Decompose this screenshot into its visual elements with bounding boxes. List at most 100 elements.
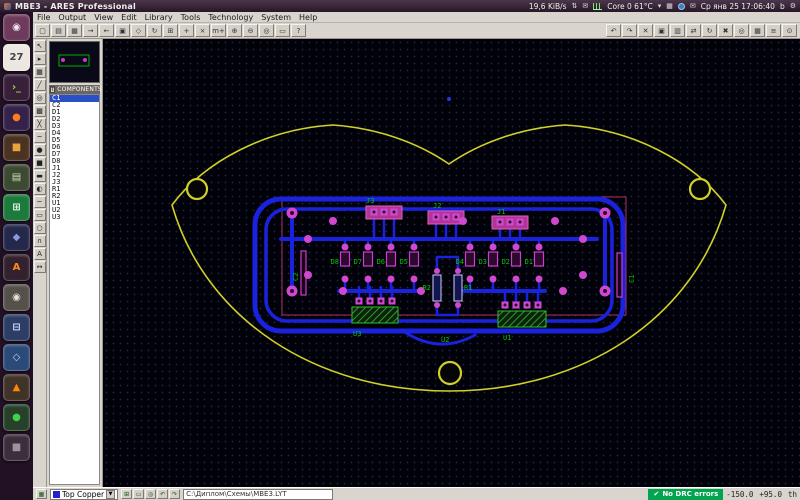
toolbar-cut[interactable]: ✕ xyxy=(638,24,653,37)
session-gear-icon[interactable]: ⚙ xyxy=(790,2,796,10)
toolbar-copy[interactable]: ▣ xyxy=(654,24,669,37)
toolbar-zoom-all[interactable]: ◎ xyxy=(259,24,274,37)
launcher-vlc[interactable]: ▲ xyxy=(3,374,30,401)
pcb-label-d3: D3 xyxy=(479,258,487,266)
ratsnest-tool[interactable]: ╳ xyxy=(33,118,46,130)
dil-pad-tool[interactable]: ▬ xyxy=(33,170,46,182)
toolbar-block-copy[interactable]: ▥ xyxy=(670,24,685,37)
launcher-package-manager[interactable]: ■ xyxy=(3,434,30,461)
status-polar-toggle[interactable]: ◎ xyxy=(145,489,157,499)
toolbar-x-cursor[interactable]: × xyxy=(195,24,210,37)
launcher-workspace-27[interactable]: 27 xyxy=(3,44,30,71)
toolbar-block-move[interactable]: ⇄ xyxy=(686,24,701,37)
menu-tools[interactable]: Tools xyxy=(181,13,201,22)
menu-library[interactable]: Library xyxy=(145,13,173,22)
dimension-tool[interactable]: ↔ xyxy=(33,261,46,273)
component-tool[interactable]: ▸ xyxy=(33,53,46,65)
launcher-ide[interactable]: ◆ xyxy=(3,224,30,251)
toolbar-make-package[interactable]: ▦ xyxy=(750,24,765,37)
status-rotate-cw[interactable]: ↷ xyxy=(169,489,181,499)
toolbar-redo[interactable]: ↷ xyxy=(622,24,637,37)
toolbar-metric-toggle[interactable]: m+ xyxy=(211,24,226,37)
toolbar-export[interactable]: ← xyxy=(99,24,114,37)
layer-selector[interactable]: Top Copper ▼ xyxy=(50,488,119,500)
line-tool[interactable]: ─ xyxy=(33,196,46,208)
pcb-canvas[interactable]: J3 J2 J1 D8 D7 D6 D5 D4 D3 D2 D1 R2 R1 U… xyxy=(103,39,800,487)
menu-technology[interactable]: Technology xyxy=(208,13,253,22)
toolbar-undo[interactable]: ↶ xyxy=(606,24,621,37)
net-arrows-icon[interactable]: ⇅ xyxy=(572,2,578,10)
toolbar-open-file[interactable]: ▤ xyxy=(51,24,66,37)
clock[interactable]: Ср янв 25 17:06:40 xyxy=(701,2,775,11)
toolbar-block-delete[interactable]: ✖ xyxy=(718,24,733,37)
launcher-firefox[interactable]: ● xyxy=(3,104,30,131)
launcher-text-editor[interactable]: ▤ xyxy=(3,164,30,191)
menu-file[interactable]: File xyxy=(37,13,50,22)
square-pad-tool[interactable]: ■ xyxy=(33,157,46,169)
cpu-graph-icon[interactable] xyxy=(593,2,603,10)
component-list-item[interactable]: U3 xyxy=(50,214,99,221)
toolbar-grid-toggle[interactable]: ⊞ xyxy=(163,24,178,37)
input-indicator-icon[interactable] xyxy=(677,2,685,10)
launcher-designer[interactable]: A xyxy=(3,254,30,281)
launcher-gimp[interactable]: ◉ xyxy=(3,284,30,311)
edge-pad-tool[interactable]: ◐ xyxy=(33,183,46,195)
menu-edit[interactable]: Edit xyxy=(121,13,137,22)
launcher-media-player[interactable]: ● xyxy=(3,404,30,431)
toolbar-import[interactable]: → xyxy=(83,24,98,37)
via-tool[interactable]: ◎ xyxy=(33,92,46,104)
circle-tool[interactable]: ○ xyxy=(33,222,46,234)
toolbar-zoom-area[interactable]: ▭ xyxy=(275,24,290,37)
toolbar-false-origin[interactable]: + xyxy=(179,24,194,37)
status-snap-toggle[interactable]: ⊞ xyxy=(121,489,133,499)
menu-view[interactable]: View xyxy=(94,13,113,22)
text-tool[interactable]: A xyxy=(33,248,46,260)
menu-system[interactable]: System xyxy=(261,13,291,22)
toolbar-set-template[interactable]: ≡ xyxy=(766,24,781,37)
pick-toggle-button[interactable]: T xyxy=(50,86,56,93)
layer-selector-value: Top Copper xyxy=(62,489,105,499)
keyboard-icon[interactable]: ▦ xyxy=(666,2,673,10)
launcher-calculator[interactable]: ⊟ xyxy=(3,314,30,341)
launcher-file-manager[interactable]: ■ xyxy=(3,134,30,161)
round-pad-tool[interactable]: ● xyxy=(33,144,46,156)
status-rotate-ccw[interactable]: ↶ xyxy=(157,489,169,499)
toolbar-zoom-out[interactable]: ⊖ xyxy=(243,24,258,37)
toolbar-search-tag[interactable]: ⊙ xyxy=(782,24,797,37)
envelope-icon[interactable]: ✉ xyxy=(690,2,696,10)
arc-tool[interactable]: ∩ xyxy=(33,235,46,247)
toolbar-help[interactable]: ? xyxy=(291,24,306,37)
status-grid-units[interactable]: ▭ xyxy=(133,489,145,499)
toolbar-block-rotate[interactable]: ↻ xyxy=(702,24,717,37)
ubuntu-top-panel: MBE3 - ARES Professional 19,6 KiB/s ⇅ ✉ … xyxy=(0,0,800,12)
launcher-virtualbox[interactable]: ◇ xyxy=(3,344,30,371)
toolbar-save-file[interactable]: ▦ xyxy=(67,24,82,37)
menu-output[interactable]: Output xyxy=(58,13,86,22)
connectivity-tool[interactable]: ~ xyxy=(33,131,46,143)
toolbar-mark-output-area[interactable]: ◇ xyxy=(131,24,146,37)
toolbar-print[interactable]: ▣ xyxy=(115,24,130,37)
toolbar-pick-parts[interactable]: ◎ xyxy=(734,24,749,37)
selection-tool[interactable]: ↖ xyxy=(33,40,46,52)
components-header: T COMPONENTS xyxy=(49,85,102,94)
box-tool[interactable]: ▭ xyxy=(33,209,46,221)
mail-icon[interactable]: ✉ xyxy=(582,2,588,10)
toolbar-new-file[interactable]: ▢ xyxy=(35,24,50,37)
menu-help[interactable]: Help xyxy=(299,13,317,22)
session-user[interactable]: b xyxy=(780,2,785,11)
caret-icon[interactable]: ▾ xyxy=(658,2,662,10)
chevron-down-icon[interactable]: ▼ xyxy=(106,489,116,499)
drc-status-text: No DRC errors xyxy=(662,490,719,498)
toolbar-redraw[interactable]: ↻ xyxy=(147,24,162,37)
package-tool[interactable]: ▦ xyxy=(33,66,46,78)
pcb-label-j1: J1 xyxy=(497,208,505,216)
layer-grid-icon[interactable]: ▦ xyxy=(36,489,47,499)
launcher-spreadsheet[interactable]: ⊞ xyxy=(3,194,30,221)
drc-status-badge[interactable]: ✔ No DRC errors xyxy=(648,488,724,500)
trace-tool[interactable]: ╱ xyxy=(33,79,46,91)
launcher-terminal[interactable]: ›_ xyxy=(3,74,30,101)
toolbar-zoom-in[interactable]: ⊕ xyxy=(227,24,242,37)
zone-tool[interactable]: ▩ xyxy=(33,105,46,117)
launcher-dash-home[interactable]: ◉ xyxy=(3,14,30,41)
menu-bar: File Output View Edit Library Tools Technology… xyxy=(33,12,800,23)
